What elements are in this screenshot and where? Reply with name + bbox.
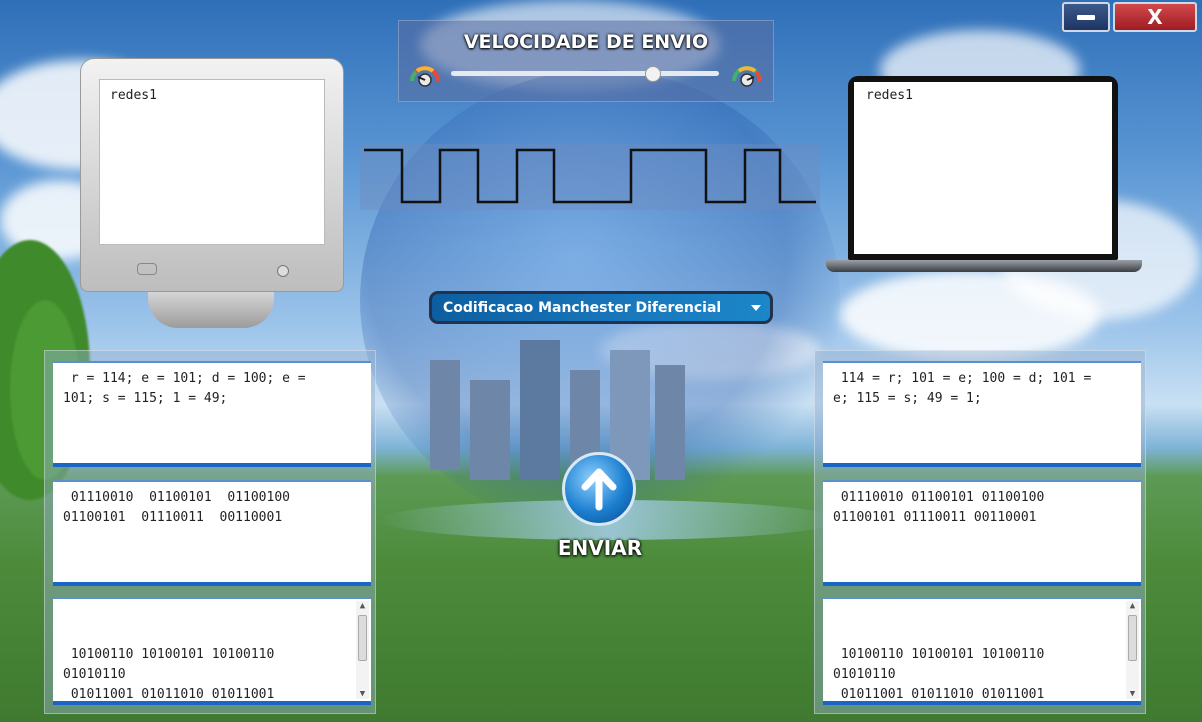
speed-title: VELOCIDADE DE ENVIO bbox=[463, 31, 709, 53]
sender-encoded-scrollbar[interactable]: ▲ ▼ bbox=[356, 601, 369, 699]
sender-panel: r = 114; e = 101; d = 100; e = 101; s = … bbox=[44, 350, 376, 714]
sender-binary-textarea[interactable]: 01110010 01100101 01100100 01100101 0111… bbox=[53, 480, 371, 586]
sender-ascii-textarea[interactable]: r = 114; e = 101; d = 100; e = 101; s = … bbox=[53, 361, 371, 467]
scroll-thumb[interactable] bbox=[1128, 615, 1137, 661]
receiver-panel: 114 = r; 101 = e; 100 = d; 101 = e; 115 … bbox=[814, 350, 1146, 714]
receiver-screen: redes1 bbox=[854, 82, 1112, 254]
receiver-laptop: redes1 bbox=[826, 76, 1142, 276]
speed-slider-thumb[interactable] bbox=[645, 66, 661, 82]
receiver-binary-textarea[interactable]: 01110010 01100101 01100100 01100101 0111… bbox=[823, 480, 1141, 586]
send-label[interactable]: ENVIAR bbox=[548, 536, 652, 560]
receiver-encoded-scrollbar[interactable]: ▲ ▼ bbox=[1126, 601, 1139, 699]
signal-waveform bbox=[360, 144, 820, 210]
minimize-icon bbox=[1077, 14, 1095, 20]
scroll-thumb[interactable] bbox=[358, 615, 367, 661]
minimize-button[interactable] bbox=[1062, 2, 1110, 32]
receiver-ascii-textarea[interactable]: 114 = r; 101 = e; 100 = d; 101 = e; 115 … bbox=[823, 361, 1141, 467]
scroll-down-icon[interactable]: ▼ bbox=[1128, 689, 1137, 699]
speed-slider-track[interactable] bbox=[451, 71, 719, 76]
receiver-encoded-textarea[interactable]: 10100110 10100101 10100110 01010110 0101… bbox=[823, 597, 1141, 705]
slow-speedometer-icon bbox=[410, 66, 440, 87]
fast-speedometer-icon bbox=[732, 66, 762, 87]
close-button[interactable]: X bbox=[1113, 2, 1197, 32]
chevron-down-icon bbox=[751, 305, 761, 311]
speed-panel: VELOCIDADE DE ENVIO bbox=[398, 20, 774, 102]
encoding-select-value: Codificacao Manchester Diferencial bbox=[443, 299, 722, 316]
send-button[interactable] bbox=[562, 452, 636, 526]
scroll-up-icon[interactable]: ▲ bbox=[1128, 601, 1137, 611]
encoding-select[interactable]: Codificacao Manchester Diferencial bbox=[429, 291, 773, 324]
receiver-encoded-text: 10100110 10100101 10100110 01010110 0101… bbox=[833, 647, 1045, 702]
sender-monitor: redes1 bbox=[80, 58, 344, 328]
sender-encoded-text: 10100110 10100101 10100110 01010110 0101… bbox=[63, 647, 275, 702]
arrow-up-icon bbox=[581, 468, 617, 511]
scroll-up-icon[interactable]: ▲ bbox=[358, 601, 367, 611]
sender-encoded-textarea[interactable]: 10100110 10100101 10100110 01010110 0101… bbox=[53, 597, 371, 705]
scroll-down-icon[interactable]: ▼ bbox=[358, 689, 367, 699]
sender-screen: redes1 bbox=[99, 79, 325, 245]
